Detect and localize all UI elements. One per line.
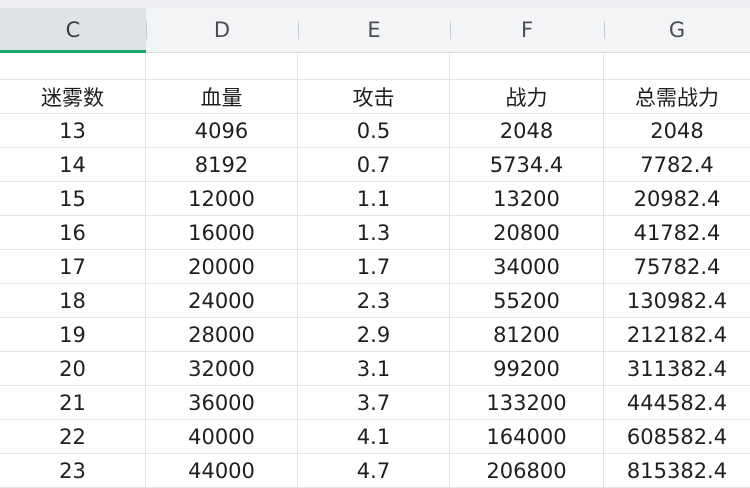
cell-attack[interactable]: 2.9: [298, 318, 450, 351]
grid-cell[interactable]: [146, 53, 298, 79]
cell-total-power[interactable]: 311382.4: [604, 352, 750, 385]
table-row: 20 32000 3.1 99200 311382.4: [0, 352, 750, 386]
cell-power[interactable]: 81200: [450, 318, 604, 351]
column-header-e[interactable]: E: [298, 8, 451, 52]
cell-hp[interactable]: 36000: [146, 386, 298, 419]
table-row: 16 16000 1.3 20800 41782.4: [0, 216, 750, 250]
cell-hp[interactable]: 40000: [146, 420, 298, 453]
cell-attack[interactable]: 3.7: [298, 386, 450, 419]
column-header-bar: C D E F G: [0, 8, 750, 53]
header-cell-power[interactable]: 战力: [450, 80, 604, 113]
cell-fog[interactable]: 23: [0, 454, 146, 487]
cell-fog[interactable]: 20: [0, 352, 146, 385]
cell-attack[interactable]: 1.7: [298, 250, 450, 283]
cell-power[interactable]: 133200: [450, 386, 604, 419]
cell-attack[interactable]: 3.1: [298, 352, 450, 385]
table-row: 15 12000 1.1 13200 20982.4: [0, 182, 750, 216]
toolbar-edge: [0, 0, 750, 8]
column-header-g[interactable]: G: [604, 8, 750, 52]
cell-power[interactable]: 13200: [450, 182, 604, 215]
cell-total-power[interactable]: 20982.4: [604, 182, 750, 215]
cell-grid: 迷雾数 血量 攻击 战力 总需战力 13 4096 0.5 2048 2048 14 819…: [0, 53, 750, 488]
column-letter: C: [65, 18, 81, 42]
header-cell-hp[interactable]: 血量: [146, 80, 298, 113]
cell-power[interactable]: 164000: [450, 420, 604, 453]
cell-total-power[interactable]: 212182.4: [604, 318, 750, 351]
cell-total-power[interactable]: 75782.4: [604, 250, 750, 283]
cell-hp[interactable]: 4096: [146, 114, 298, 147]
header-cell-attack[interactable]: 攻击: [298, 80, 450, 113]
cell-attack[interactable]: 0.5: [298, 114, 450, 147]
cell-attack[interactable]: 4.7: [298, 454, 450, 487]
cell-power[interactable]: 99200: [450, 352, 604, 385]
cell-attack[interactable]: 0.7: [298, 148, 450, 181]
column-letter: E: [367, 18, 381, 42]
cell-attack[interactable]: 1.1: [298, 182, 450, 215]
cell-total-power[interactable]: 130982.4: [604, 284, 750, 317]
table-row: 21 36000 3.7 133200 444582.4: [0, 386, 750, 420]
cell-power[interactable]: 5734.4: [450, 148, 604, 181]
cell-hp[interactable]: 44000: [146, 454, 298, 487]
cell-power[interactable]: 2048: [450, 114, 604, 147]
column-header-f[interactable]: F: [450, 8, 605, 52]
grid-cell[interactable]: [604, 53, 750, 79]
grid-cell[interactable]: [0, 53, 146, 79]
cell-total-power[interactable]: 815382.4: [604, 454, 750, 487]
column-header-c[interactable]: C: [0, 8, 147, 53]
cell-attack[interactable]: 4.1: [298, 420, 450, 453]
cell-fog[interactable]: 21: [0, 386, 146, 419]
cell-power[interactable]: 34000: [450, 250, 604, 283]
cell-total-power[interactable]: 2048: [604, 114, 750, 147]
table-row: 14 8192 0.7 5734.4 7782.4: [0, 148, 750, 182]
cell-fog[interactable]: 15: [0, 182, 146, 215]
table-row-empty: [0, 53, 750, 80]
cell-hp[interactable]: 16000: [146, 216, 298, 249]
table-row: 23 44000 4.7 206800 815382.4: [0, 454, 750, 488]
header-cell-fog[interactable]: 迷雾数: [0, 80, 146, 113]
cell-power[interactable]: 206800: [450, 454, 604, 487]
cell-fog[interactable]: 16: [0, 216, 146, 249]
table-body: 13 4096 0.5 2048 2048 14 8192 0.7 5734.4 7782.4 15…: [0, 114, 750, 488]
column-letter: G: [668, 18, 686, 42]
column-header-d[interactable]: D: [146, 8, 299, 52]
cell-attack[interactable]: 2.3: [298, 284, 450, 317]
cell-hp[interactable]: 20000: [146, 250, 298, 283]
cell-fog[interactable]: 13: [0, 114, 146, 147]
cell-hp[interactable]: 12000: [146, 182, 298, 215]
cell-total-power[interactable]: 444582.4: [604, 386, 750, 419]
cell-fog[interactable]: 19: [0, 318, 146, 351]
cell-fog[interactable]: 17: [0, 250, 146, 283]
column-letter: F: [520, 18, 534, 42]
table-row: 18 24000 2.3 55200 130982.4: [0, 284, 750, 318]
table-row: 19 28000 2.9 81200 212182.4: [0, 318, 750, 352]
cell-hp[interactable]: 8192: [146, 148, 298, 181]
table-header-row: 迷雾数 血量 攻击 战力 总需战力: [0, 80, 750, 114]
grid-cell[interactable]: [450, 53, 604, 79]
grid-cell[interactable]: [298, 53, 450, 79]
table-row: 17 20000 1.7 34000 75782.4: [0, 250, 750, 284]
cell-attack[interactable]: 1.3: [298, 216, 450, 249]
cell-power[interactable]: 55200: [450, 284, 604, 317]
cell-hp[interactable]: 32000: [146, 352, 298, 385]
cell-power[interactable]: 20800: [450, 216, 604, 249]
table-row: 22 40000 4.1 164000 608582.4: [0, 420, 750, 454]
column-letter: D: [213, 18, 231, 42]
cell-total-power[interactable]: 7782.4: [604, 148, 750, 181]
cell-fog[interactable]: 18: [0, 284, 146, 317]
cell-fog[interactable]: 22: [0, 420, 146, 453]
cell-total-power[interactable]: 608582.4: [604, 420, 750, 453]
cell-fog[interactable]: 14: [0, 148, 146, 181]
table-row: 13 4096 0.5 2048 2048: [0, 114, 750, 148]
cell-total-power[interactable]: 41782.4: [604, 216, 750, 249]
cell-hp[interactable]: 24000: [146, 284, 298, 317]
spreadsheet: C D E F G 迷雾数 血量 攻击 战力 总需战力 13 4096 0.5 …: [0, 0, 750, 488]
header-cell-total-power[interactable]: 总需战力: [604, 80, 750, 113]
cell-hp[interactable]: 28000: [146, 318, 298, 351]
